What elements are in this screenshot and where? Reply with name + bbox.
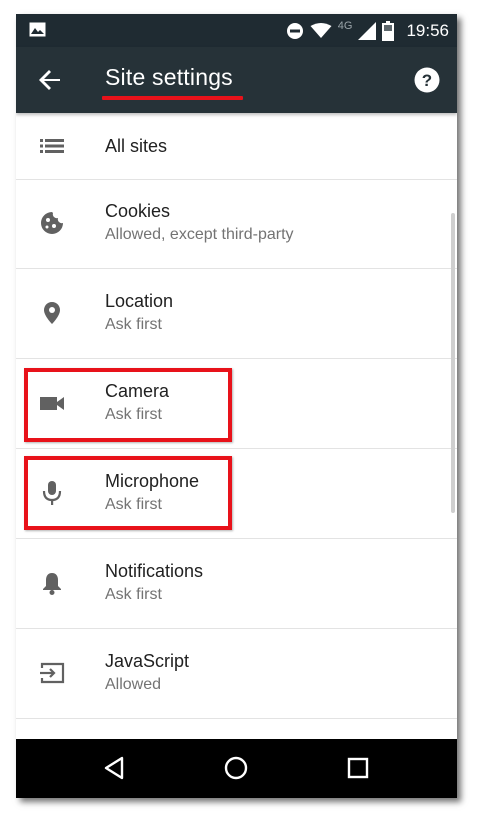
list-item-javascript[interactable]: JavaScript Allowed (16, 629, 457, 719)
phone-screen: 4G 19:56 Site settings ? All sites Cooki… (16, 14, 457, 798)
status-icons: 4G 19:56 (286, 14, 449, 47)
recents-square-icon[interactable] (343, 753, 373, 783)
list-item-title: Notifications (105, 561, 204, 581)
cookie-icon (41, 212, 63, 234)
videocam-icon (40, 397, 64, 410)
svg-text:?: ? (422, 71, 432, 90)
page-title: Site settings (105, 64, 233, 90)
wifi-icon (310, 22, 332, 38)
help-icon[interactable]: ? (414, 67, 440, 93)
app-bar: Site settings ? (16, 47, 457, 113)
list-item-microphone[interactable]: Microphone Ask first (16, 449, 457, 539)
list-item-notifications[interactable]: Notifications Ask first (16, 539, 457, 629)
list-item-title: Location (105, 291, 174, 311)
list-item-subtitle: Allowed, except third-party (105, 226, 294, 243)
bell-icon (43, 573, 61, 595)
list-item-title: Camera (105, 381, 170, 401)
list-item-subtitle: Ask first (105, 496, 162, 513)
list-item-title: All sites (105, 136, 168, 156)
list-item-location[interactable]: Location Ask first (16, 269, 457, 359)
javascript-icon (40, 662, 65, 684)
list-item-title: Microphone (105, 471, 200, 491)
list-item-camera[interactable]: Camera Ask first (16, 359, 457, 449)
list-item-title: Cookies (105, 201, 171, 221)
microphone-icon (42, 481, 62, 505)
battery-icon (382, 20, 395, 41)
home-circle-icon[interactable] (221, 753, 251, 783)
list-icon (40, 139, 64, 153)
image-icon (29, 22, 46, 37)
list-item-cookies[interactable]: Cookies Allowed, except third-party (16, 179, 457, 269)
signal-icon (358, 21, 377, 40)
network-type-label: 4G (337, 19, 353, 32)
status-bar: 4G 19:56 (16, 14, 457, 47)
scrollbar-thumb[interactable] (451, 213, 455, 513)
list-item-subtitle: Ask first (105, 406, 162, 423)
site-settings-list: All sites Cookies Allowed, except third-… (16, 113, 457, 739)
status-time: 19:56 (406, 20, 449, 40)
list-item-subtitle: Allowed (105, 676, 162, 693)
location-pin-icon (44, 302, 60, 324)
navigation-bar (16, 739, 457, 798)
arrow-back-icon[interactable] (34, 64, 66, 96)
back-triangle-icon[interactable] (100, 753, 130, 783)
list-item-all-sites[interactable]: All sites (16, 113, 457, 180)
list-item-subtitle: Ask first (105, 316, 162, 333)
list-item-subtitle: Ask first (105, 586, 162, 603)
list-item-title: JavaScript (105, 651, 190, 671)
do-not-disturb-icon (286, 22, 303, 39)
title-underline-annotation (102, 96, 243, 100)
